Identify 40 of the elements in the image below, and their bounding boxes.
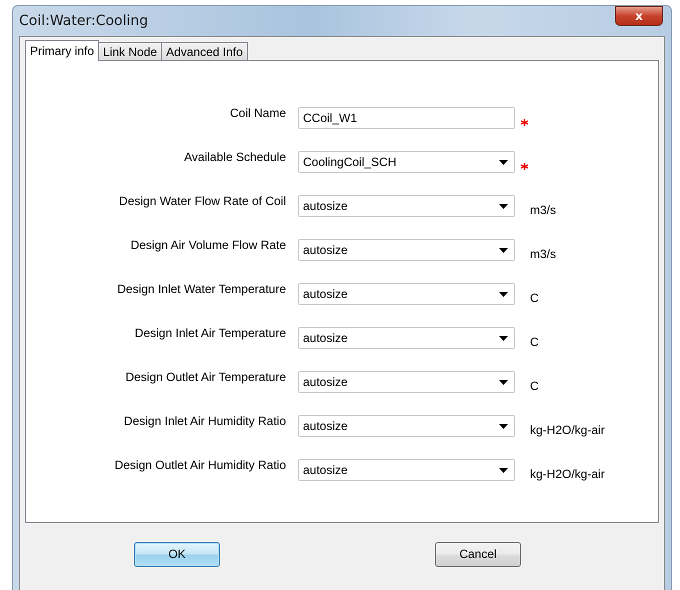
unit-label: C: [530, 291, 539, 305]
dropdown[interactable]: autosize: [298, 327, 515, 349]
text-field[interactable]: CCoil_W1: [298, 107, 515, 129]
dropdown-arrow-icon: [499, 160, 508, 164]
dropdown[interactable]: autosize: [298, 239, 515, 261]
field-label: Design Outlet Air Temperature: [124, 370, 286, 384]
dropdown-arrow-icon: [499, 292, 508, 296]
window-title: Coil:Water:Cooling: [19, 13, 148, 29]
dropdown[interactable]: autosize: [298, 371, 515, 393]
field-label: Design Inlet Air Temperature: [134, 326, 286, 340]
tab[interactable]: Primary info: [25, 40, 100, 61]
field-label: Design Outlet Air Humidity Ratio: [114, 458, 286, 472]
dropdown-arrow-icon: [499, 248, 508, 252]
cancel-button[interactable]: Cancel: [435, 542, 521, 566]
unit-label: m3/s: [530, 247, 556, 261]
dropdown[interactable]: autosize: [298, 415, 515, 437]
field-label: Available Schedule: [183, 150, 286, 164]
close-button[interactable]: x: [615, 6, 663, 26]
dropdown-arrow-icon: [499, 204, 508, 208]
unit-label: kg-H2O/kg-air: [530, 467, 605, 481]
field-label: Design Inlet Air Humidity Ratio: [122, 414, 286, 428]
dropdown[interactable]: autosize: [298, 459, 515, 481]
unit-label: C: [530, 379, 539, 393]
field-label: Design Inlet Water Temperature: [116, 282, 286, 296]
dropdown[interactable]: CoolingCoil_SCH: [298, 151, 515, 173]
dropdown-arrow-icon: [499, 336, 508, 340]
dropdown[interactable]: autosize: [298, 283, 515, 305]
dropdown-arrow-icon: [499, 424, 508, 428]
field-label: Design Air Volume Flow Rate: [130, 238, 286, 252]
dropdown[interactable]: autosize: [298, 195, 515, 217]
tab[interactable]: Link Node: [98, 42, 162, 60]
dropdown-arrow-icon: [499, 468, 508, 472]
unit-label: kg-H2O/kg-air: [530, 423, 605, 437]
unit-label: m3/s: [530, 203, 556, 217]
field-label: Design Water Flow Rate of Coil: [118, 194, 286, 208]
dropdown-arrow-icon: [499, 380, 508, 384]
unit-label: C: [530, 335, 539, 349]
field-label: Coil Name: [228, 106, 286, 120]
tab[interactable]: Advanced Info: [161, 42, 248, 60]
ok-button[interactable]: OK: [134, 542, 220, 566]
